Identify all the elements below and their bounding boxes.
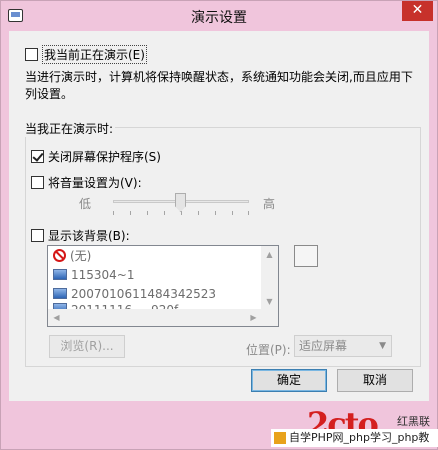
position-select[interactable]: 适应屏幕 ▼ xyxy=(294,335,392,357)
screensaver-checkbox[interactable] xyxy=(31,150,44,163)
image-icon xyxy=(53,288,67,299)
ok-button[interactable]: 确定 xyxy=(251,369,327,392)
background-preview xyxy=(294,245,318,267)
horizontal-scrollbar[interactable]: ◀ ▶ xyxy=(48,309,278,326)
browse-button[interactable]: 浏览(R)... xyxy=(49,335,125,358)
background-row[interactable]: 显示该背景(B): xyxy=(31,227,130,244)
presenting-label: 我当前正在演示(E) xyxy=(42,45,147,64)
background-listbox[interactable]: (无) 115304~1 2007010611484342523 2011111… xyxy=(47,245,279,327)
list-item[interactable]: (无) xyxy=(48,246,262,265)
volume-row[interactable]: 将音量设置为(V): xyxy=(31,174,142,191)
cancel-button[interactable]: 取消 xyxy=(337,369,413,392)
background-list: (无) 115304~1 2007010611484342523 2011111… xyxy=(48,246,262,313)
list-item[interactable]: 2007010611484342523 xyxy=(48,284,262,303)
title-bar[interactable]: 演示设置 ✕ xyxy=(1,1,437,31)
volume-low-label: 低 xyxy=(79,197,92,211)
window-title: 演示设置 xyxy=(191,10,247,26)
no-entry-icon xyxy=(53,249,66,262)
background-label: 显示该背景(B): xyxy=(48,229,130,243)
volume-checkbox[interactable] xyxy=(31,176,44,189)
background-checkbox[interactable] xyxy=(31,229,44,242)
scroll-down-icon[interactable]: ▼ xyxy=(261,293,278,310)
watermark-strip: 自学PHP网_php学习_php教 xyxy=(271,429,438,447)
presenting-checkbox[interactable] xyxy=(25,48,38,61)
group-title: 当我正在演示时: xyxy=(23,120,116,137)
volume-label: 将音量设置为(V): xyxy=(48,176,142,190)
screensaver-label: 关闭屏幕保护程序(S) xyxy=(48,150,161,164)
presenting-row[interactable]: 我当前正在演示(E) xyxy=(25,45,147,64)
scroll-up-icon[interactable]: ▲ xyxy=(261,246,278,263)
description-text: 当进行演示时，计算机将保持唤醒状态，系统通知功能会关闭,而且应用下列设置。 xyxy=(25,70,413,101)
vertical-scrollbar[interactable]: ▲ ▼ xyxy=(261,246,278,310)
chevron-down-icon: ▼ xyxy=(379,341,386,351)
scroll-right-icon[interactable]: ▶ xyxy=(245,309,262,326)
php-logo-icon xyxy=(274,432,286,444)
position-label: 位置(P): xyxy=(246,343,291,357)
presentation-settings-window: 演示设置 ✕ 我当前正在演示(E) 当进行演示时，计算机将保持唤醒状态，系统通知… xyxy=(0,0,438,450)
volume-slider-ticks xyxy=(113,211,249,215)
volume-high-label: 高 xyxy=(263,197,276,211)
screensaver-row[interactable]: 关闭屏幕保护程序(S) xyxy=(31,148,161,165)
image-icon xyxy=(53,269,67,280)
list-item[interactable]: 115304~1 xyxy=(48,265,262,284)
scroll-left-icon[interactable]: ◀ xyxy=(48,309,65,326)
close-button[interactable]: ✕ xyxy=(402,1,433,21)
